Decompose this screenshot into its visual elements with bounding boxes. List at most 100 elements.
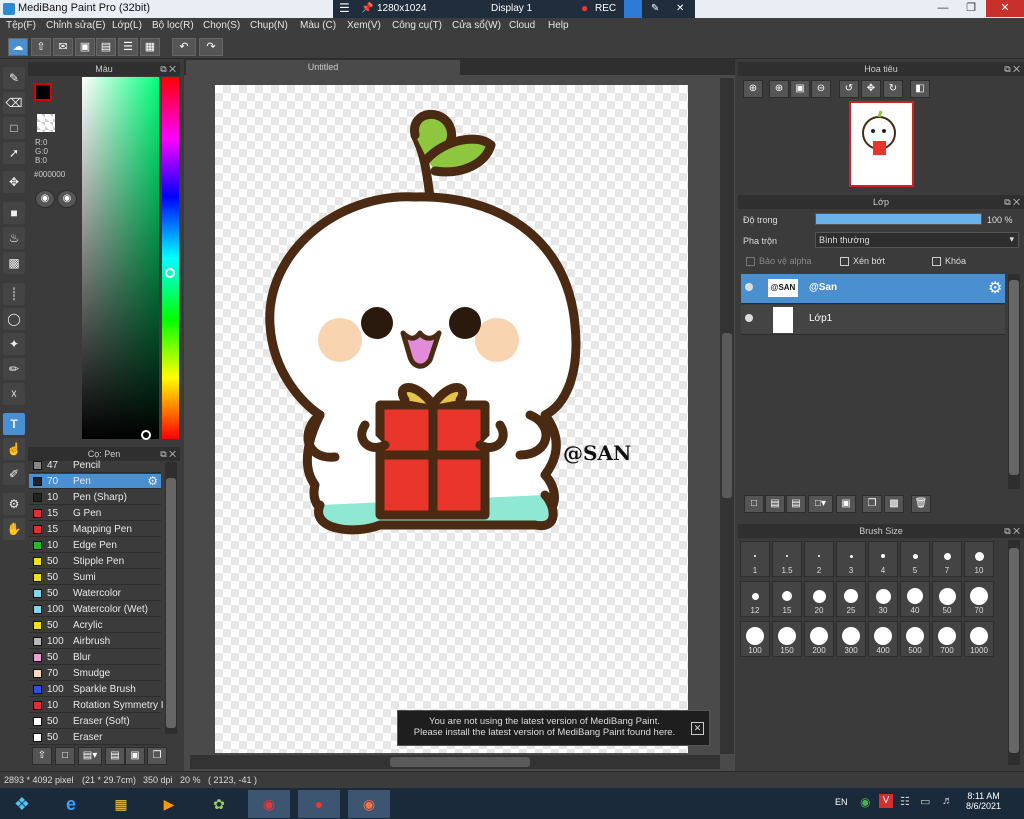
brush-size-option[interactable]: 150 xyxy=(772,621,802,657)
brush-size-option[interactable]: 5 xyxy=(900,541,930,577)
add-layer-menu-icon[interactable]: □▾ xyxy=(808,495,833,513)
duplicate-layer-icon[interactable]: ❐ xyxy=(862,495,882,513)
canvas-vertical-scrollbar[interactable] xyxy=(720,78,734,754)
brush-list-item[interactable]: 70 Smudge xyxy=(29,666,161,681)
saturation-value-picker[interactable] xyxy=(82,77,159,439)
line-tool-icon[interactable]: ➚ xyxy=(3,142,25,164)
canvas-horizontal-thumb[interactable] xyxy=(390,757,530,767)
share-icon[interactable]: ⇧ xyxy=(31,38,51,56)
eyedropper-tool-icon[interactable]: ⚙ xyxy=(3,493,25,515)
rotate-right-icon[interactable]: ↻ xyxy=(883,80,903,98)
brush-list-item[interactable]: 10 Pen (Sharp) xyxy=(29,490,161,505)
menu-capture[interactable]: Chụp(N) xyxy=(250,20,288,31)
gear-icon[interactable]: ⚙ xyxy=(988,278,1002,298)
undo-icon[interactable]: ↶ xyxy=(172,38,196,56)
bucket-tool-icon[interactable]: ♨ xyxy=(3,227,25,249)
layer-scrollbar[interactable] xyxy=(1008,274,1020,489)
select-eraser-tool-icon[interactable]: ☓ xyxy=(3,383,25,405)
visibility-icon[interactable] xyxy=(745,283,753,291)
brush-size-option[interactable]: 400 xyxy=(868,621,898,657)
brush-folder-icon[interactable]: ▣ xyxy=(125,747,145,765)
media-player-icon[interactable]: ▶ xyxy=(148,790,190,818)
antivirus-icon[interactable]: V xyxy=(879,794,893,808)
clock[interactable]: 8:11 AM 8/6/2021 xyxy=(966,791,1001,811)
menu-layer[interactable]: Lớp(L) xyxy=(112,20,142,31)
menu-help[interactable]: Help xyxy=(548,20,569,31)
panel-close-icon[interactable]: ⧉ ✕ xyxy=(1004,195,1020,209)
brush-list-item[interactable]: 100 Airbrush xyxy=(29,634,161,649)
brush-list-item[interactable]: 15 G Pen xyxy=(29,506,161,521)
panel-close-icon[interactable]: ⧉ ✕ xyxy=(160,447,176,461)
menu-cloud[interactable]: Cloud xyxy=(509,20,535,31)
brush-list-item[interactable]: 50 Blur xyxy=(29,650,161,665)
new-layer-icon[interactable]: □ xyxy=(744,495,764,513)
fill-rect-tool-icon[interactable]: ■ xyxy=(3,202,25,224)
brush-list-item[interactable]: 10 Edge Pen xyxy=(29,538,161,553)
brush-size-option[interactable]: 500 xyxy=(900,621,930,657)
brush-size-option[interactable]: 40 xyxy=(900,581,930,617)
brush-size-option[interactable]: 25 xyxy=(836,581,866,617)
zoom-in-icon[interactable]: ⊕ xyxy=(743,80,763,98)
lasso-tool-icon[interactable]: ◯ xyxy=(3,308,25,330)
brush-size-option[interactable]: 300 xyxy=(836,621,866,657)
brush-size-option[interactable]: 10 xyxy=(964,541,994,577)
brush-size-option[interactable]: 50 xyxy=(932,581,962,617)
rec-label[interactable]: REC xyxy=(595,3,616,14)
reset-view-icon[interactable]: ✥ xyxy=(861,80,881,98)
brush-size-option[interactable]: 12 xyxy=(740,581,770,617)
brush-size-option[interactable]: 200 xyxy=(804,621,834,657)
magic-wand-tool-icon[interactable]: ✦ xyxy=(3,333,25,355)
menu-icon[interactable]: ☰ xyxy=(339,1,350,15)
brush-size-option[interactable]: 7 xyxy=(932,541,962,577)
pencil-icon[interactable]: ✎ xyxy=(651,3,659,14)
layer-row[interactable]: @SAN @San ⚙ xyxy=(741,274,1005,304)
brush-size-option[interactable]: 20 xyxy=(804,581,834,617)
rdp-close-icon[interactable]: ✕ xyxy=(676,3,684,14)
rotate-left-icon[interactable]: ↺ xyxy=(839,80,859,98)
brush-list-item[interactable]: 47 Pencil xyxy=(29,458,161,473)
brush-list-item[interactable]: 50 Acrylic xyxy=(29,618,161,633)
rect-select-tool-icon[interactable]: ┊ xyxy=(3,283,25,305)
brush-list-item[interactable]: 10 Rotation Symmetry I xyxy=(29,698,164,713)
recorder-icon[interactable]: ● xyxy=(298,790,340,818)
folder-icon[interactable]: ▣ xyxy=(836,495,856,513)
maximize-button[interactable]: ❐ xyxy=(958,0,984,17)
protect-alpha-checkbox[interactable]: Bảo vệ alpha xyxy=(746,256,812,267)
notice-close-icon[interactable]: ✕ xyxy=(691,722,704,735)
zoom-out-icon[interactable]: ⊖ xyxy=(811,80,831,98)
menu-view[interactable]: Xem(V) xyxy=(347,20,381,31)
new-layer-3-icon[interactable]: ▤ xyxy=(786,495,806,513)
menu-select[interactable]: Chọn(S) xyxy=(203,20,240,31)
canvas[interactable]: @SAN xyxy=(215,85,688,753)
foreground-color-swatch[interactable] xyxy=(34,83,52,101)
brush-menu-icon[interactable]: ▤▾ xyxy=(78,747,102,765)
palette-icon[interactable]: ◉ xyxy=(35,190,55,208)
language-indicator[interactable]: EN xyxy=(835,797,848,807)
brush-list-item[interactable]: 50 Watercolor xyxy=(29,586,161,601)
brush-list-item[interactable]: 50 Eraser (Soft) xyxy=(29,714,161,729)
brush-size-option[interactable]: 3 xyxy=(836,541,866,577)
cloud-icon[interactable]: ☁ xyxy=(8,38,28,56)
brush-list-item[interactable]: 100 Sparkle Brush xyxy=(29,682,161,697)
brush-size-option[interactable]: 2 xyxy=(804,541,834,577)
brush-list-item[interactable]: 50 Eraser xyxy=(29,730,161,745)
new-layer-2-icon[interactable]: ▤ xyxy=(765,495,785,513)
brush-size-option[interactable]: 70 xyxy=(964,581,994,617)
panel-close-icon[interactable]: ⧉ ✕ xyxy=(1004,524,1020,538)
merge-layer-icon[interactable]: ▩ xyxy=(884,495,904,513)
move-tool-icon[interactable]: ✥ xyxy=(3,171,25,193)
list-icon[interactable]: ☰ xyxy=(118,38,138,56)
network-icon[interactable]: ☷ xyxy=(900,795,910,808)
shape-tool-icon[interactable]: □ xyxy=(3,117,25,139)
record-icon[interactable]: ● xyxy=(581,1,588,15)
delete-layer-icon[interactable]: 🗑 xyxy=(911,495,931,513)
gradient-tool-icon[interactable]: ▩ xyxy=(3,252,25,274)
panel-close-icon[interactable]: ⧉ ✕ xyxy=(1004,62,1020,76)
brush-size-option[interactable]: 100 xyxy=(740,621,770,657)
pin-icon[interactable]: 📌 xyxy=(361,3,373,14)
display-icon[interactable]: ▭ xyxy=(920,795,930,808)
hand-tool-icon[interactable]: ✋ xyxy=(3,518,25,540)
navigator-thumbnail[interactable] xyxy=(849,101,914,187)
add-brush-icon[interactable]: ⇧ xyxy=(32,747,52,765)
minimize-button[interactable]: — xyxy=(930,0,956,17)
